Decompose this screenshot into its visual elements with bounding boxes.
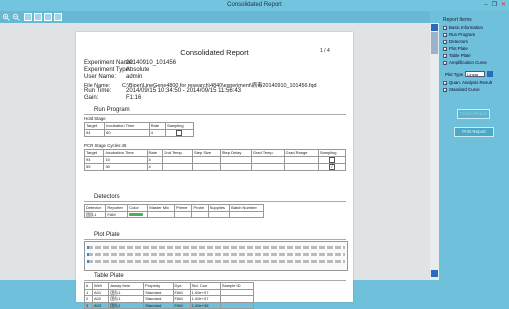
report-viewer[interactable]: Consolidated Report 1 / 4 Experiment Nam… [0,23,430,309]
page-indicator: 1 / 4 [320,48,330,54]
layout-icon[interactable] [54,13,62,21]
zoom-out-icon[interactable] [12,13,20,21]
sampling-checkbox [176,129,183,136]
checkbox-quan-analysis-result[interactable]: ✓ Quan. Analysis Result [443,80,492,85]
table-plate-table: # Well Assay Item Property Dye Std. Con Sample… [84,282,255,309]
pcr-stage-table: Target Incubation Time Rate 2nd Temp. Step S… [83,149,347,171]
scroll-thumb[interactable] [431,32,438,54]
maximize-icon[interactable]: ❐ [492,2,497,8]
close-icon[interactable]: ✕ [501,2,506,8]
field-gain: Gain: F1:16 [84,95,142,101]
plot-type-select[interactable]: Linear [465,71,486,77]
report-items-panel: Report Items ✓ Basic Information ✓ Run Pro… [440,11,509,280]
detectors-table: Detector Reporter Color Master Mix Primer Pro… [83,204,264,218]
table-plate-heading: Table Plate [94,273,124,279]
chevron-down-icon[interactable] [487,71,494,77]
checkbox-detectors[interactable]: ✓ Detectors [443,39,468,44]
plot-type-label: Plot Type [445,71,464,77]
run-program-heading: Run Program [94,107,130,113]
plot-plate-heading: Plot Plate [94,232,120,238]
checkbox-amplification-curve[interactable]: ✓ Amplification Curve [443,60,487,65]
vertical-scrollbar[interactable] [430,23,439,280]
zoom-in-icon[interactable] [2,13,10,21]
hold-stage-table: Target Incubation Time Rate Sampling 94 60 4 [83,122,195,137]
fit-page-icon[interactable] [24,13,32,21]
plot-type-row: Plot Type Linear [445,71,494,77]
checkbox-run-program[interactable]: ✓ Run Program [443,32,475,37]
minimize-icon[interactable]: – [484,2,487,8]
single-page-icon[interactable] [34,13,42,21]
hold-stage-label: Hold Stage [84,116,106,121]
scroll-down-icon[interactable] [431,270,438,277]
checkbox-table-plate[interactable]: ✓ Table Plate [443,53,471,58]
report-page: Consolidated Report 1 / 4 Experiment Nam… [76,32,353,309]
panel-title: Report Items [443,17,472,23]
title-bar: Consolidated Report – ❐ ✕ [0,0,509,11]
toolbar [0,11,430,23]
pcr-stage-label: PCR Stage Cycles:45 [84,143,127,148]
detector-color-swatch [129,212,144,216]
window-title: Consolidated Report [227,2,282,8]
field-run-time: Run Time: 2014/09/15 10:34:50 - 2014/09/1… [84,88,241,94]
checkbox-plot-plate[interactable]: ✓ Plot Plate [443,46,468,51]
checkbox-standard-curve[interactable]: ✓ Standard Curve [443,87,480,92]
checkbox-basic-information[interactable]: ✓ Basic Information [443,25,483,30]
field-user-name: User Name: admin [84,74,143,80]
multi-page-icon[interactable] [44,13,52,21]
detectors-heading: Detectors [94,194,120,200]
print-report-button[interactable]: Print Report [454,127,494,137]
table-row: 3 A03 团队1 Standard FAM 1.00e+06 [84,301,255,309]
field-experiment-name: Experiment Name:20140910_101456 [84,60,177,66]
report-title: Consolidated Report [180,48,249,57]
field-experiment-type: Experiment Type:Absolute [84,67,150,73]
plot-plate-grid [84,241,348,271]
scroll-up-icon[interactable] [431,24,438,31]
create-report-button[interactable]: Create Report [457,109,490,119]
